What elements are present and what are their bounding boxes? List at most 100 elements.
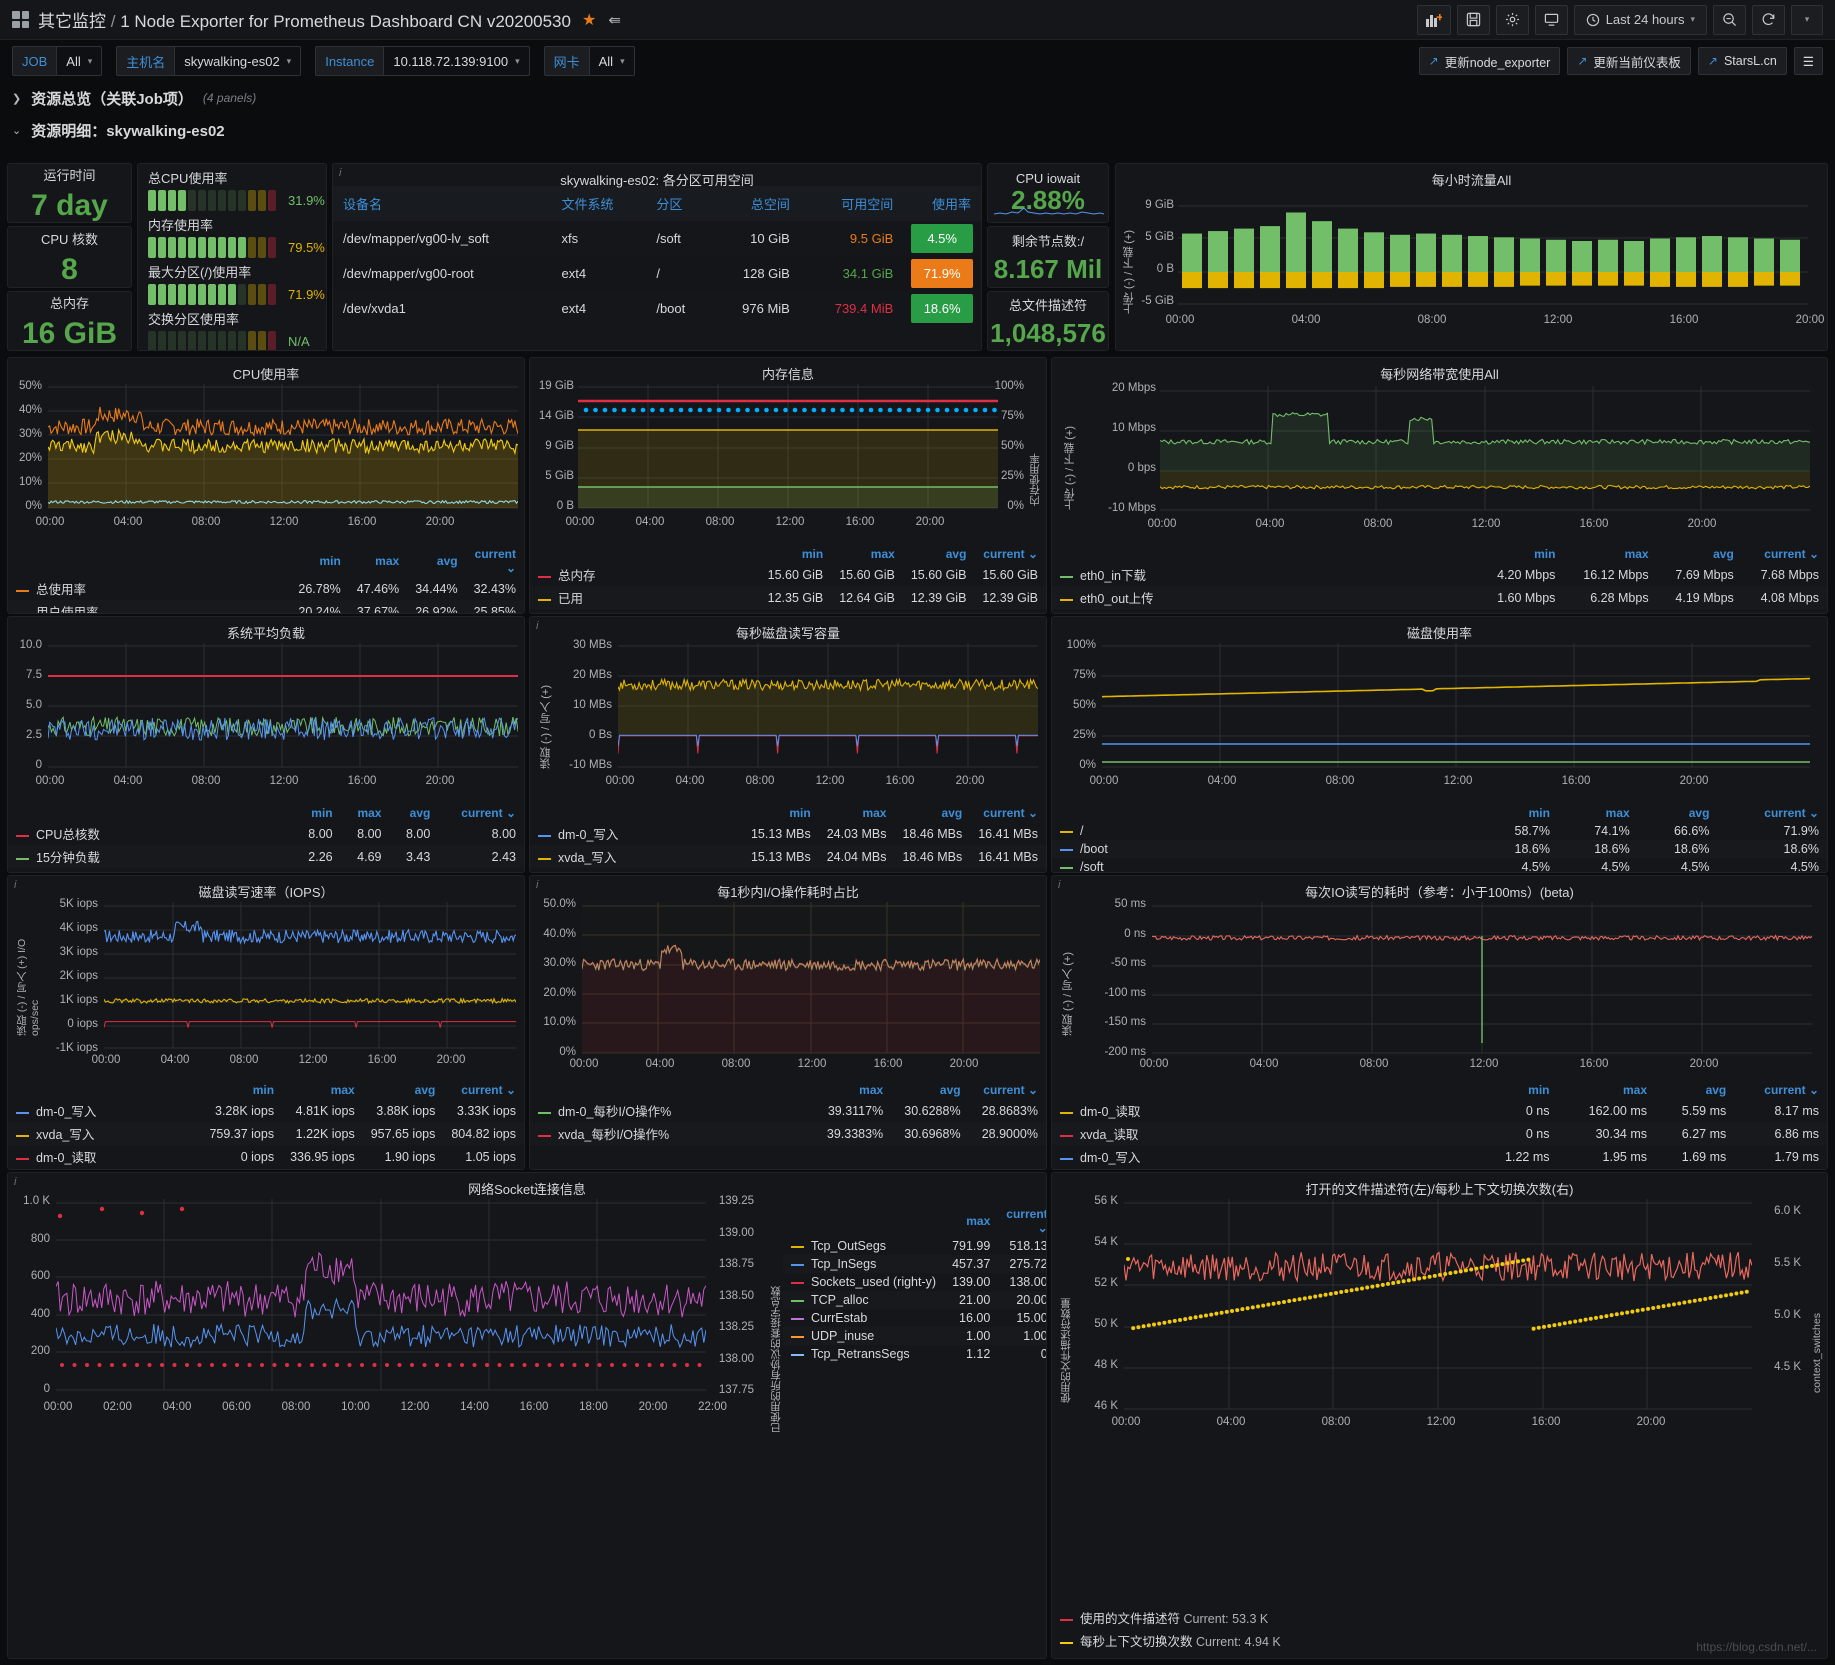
stat-panel-fds[interactable]: 总文件描述符 1,048,576 (987, 291, 1109, 351)
star-icon[interactable]: ★ (582, 10, 596, 30)
legend-row[interactable]: xvda_写入 759.37 iops 1.22K iops 957.65 iops 8… (8, 1122, 524, 1145)
legend-column-current[interactable]: current ⌄ (1717, 804, 1827, 822)
legend-row[interactable]: 5分钟负载---- (8, 868, 524, 872)
panel-info-icon[interactable]: i (536, 879, 538, 891)
legend-column-current[interactable]: current ⌄ (466, 545, 524, 577)
legend-row[interactable]: TCP_alloc 21.00 20.00 (783, 1291, 1046, 1309)
legend-column-avg[interactable]: avg (389, 804, 438, 822)
legend-row[interactable]: Tcp_RetransSegs 1.12 0 (783, 1345, 1046, 1363)
legend-column-current[interactable]: current ⌄ (438, 804, 524, 822)
legend-column-max[interactable]: max (1563, 545, 1656, 563)
stat-panel-inodes[interactable]: 剩余节点数:/ 8.167 Mil (987, 226, 1109, 288)
legend-row[interactable]: xvda_每秒I/O操作% 39.3383% 30.6968% 28.9000% (530, 1122, 1046, 1145)
legend-row[interactable]: dm-0_每秒I/O操作% 39.3117% 30.6288% 28.8683% (530, 1099, 1046, 1122)
stat-panel-iowait[interactable]: CPU iowait 2.88% (987, 163, 1109, 223)
legend-row[interactable]: Sockets_used (right-y) 139.00 138.00 (783, 1273, 1046, 1291)
legend-row[interactable]: eth0_in下载 4.20 Mbps 16.12 Mbps 7.69 Mbps 7.6… (1052, 563, 1827, 586)
row-header-detail[interactable]: ⌄ 资源明细：skywalking-es02 (0, 114, 1835, 146)
link-update-dashboard[interactable]: ↗ 更新当前仪表板 (1567, 47, 1691, 75)
legend-row[interactable]: dm-0_写入 3.28K iops 4.81K iops 3.88K iops 3.3… (8, 1099, 524, 1122)
table-column-header[interactable]: 文件系统 (551, 186, 647, 221)
panel-info-icon[interactable]: i (339, 167, 341, 179)
legend-row[interactable]: / 58.7% 74.1% 66.6% 71.9% (1052, 822, 1827, 840)
legend-column-min[interactable]: min (290, 545, 348, 577)
legend-row[interactable]: CurrEstab 16.00 15.00 (783, 1309, 1046, 1327)
variable-instance-value[interactable]: 10.118.72.139:9100 ▾ (383, 46, 530, 76)
table-column-header[interactable]: 设备名 (333, 186, 552, 221)
legend-column-max[interactable]: max (944, 1205, 998, 1237)
legend-row[interactable]: dm-0_写入 15.13 MBs 24.03 MBs 18.46 MBs 16.41 … (530, 822, 1046, 845)
legend-column-current[interactable]: current ⌄ (969, 1081, 1046, 1099)
table-column-header[interactable]: 可用空间 (799, 186, 904, 221)
legend-row[interactable]: 总使用率 26.78% 47.46% 34.44% 32.43% (8, 577, 524, 600)
add-panel-icon[interactable] (1416, 4, 1451, 35)
share-icon[interactable]: ⇚ (608, 11, 621, 29)
legend-column-avg[interactable]: avg (363, 1081, 444, 1099)
dashboards-grid-icon[interactable] (12, 11, 29, 28)
legend-column-current[interactable]: current ⌄ (970, 804, 1046, 822)
refresh-icon[interactable] (1752, 4, 1785, 35)
legend-column-avg[interactable]: avg (407, 545, 465, 577)
stat-panel-cores[interactable]: CPU 核数 8 (7, 226, 132, 288)
legend-column-avg[interactable]: avg (894, 804, 970, 822)
legend-column-min[interactable]: min (292, 804, 341, 822)
stat-panel-uptime[interactable]: 运行时间 7 day (7, 163, 132, 223)
tv-icon[interactable] (1534, 4, 1568, 35)
legend-column-avg[interactable]: avg (903, 545, 975, 563)
legend-row[interactable]: dm-0_读取 0 iops 336.95 iops 1.90 iops 1.05 io… (8, 1145, 524, 1168)
legend-column-current[interactable]: current ⌄ (998, 1205, 1046, 1237)
legend-column-avg[interactable]: avg (1657, 545, 1742, 563)
table-column-header[interactable]: 分区 (646, 186, 711, 221)
legend-row[interactable]: xvda_读取 0 ns 30.34 ms 6.27 ms 6.86 ms (1052, 1122, 1827, 1145)
legend-column-min[interactable]: min (1478, 804, 1558, 822)
table-column-header[interactable]: 总空间 (710, 186, 800, 221)
legend-row[interactable]: dm-0_写入 1.22 ms 1.95 ms 1.69 ms 1.79 ms (1052, 1145, 1827, 1168)
row-header-overview[interactable]: ❯ 资源总览（关联Job项） (4 panels) (0, 82, 1835, 114)
legend-row[interactable]: eth0_out上传 1.60 Mbps 6.28 Mbps 4.19 Mbps 4.0… (1052, 586, 1827, 609)
breadcrumb-folder[interactable]: 其它监控 (38, 12, 106, 31)
variable-hostname-value[interactable]: skywalking-es02 ▾ (174, 46, 302, 76)
legend-row[interactable]: UDP_inuse 1.00 1.00 (783, 1327, 1046, 1345)
variable-job-value[interactable]: All ▾ (56, 46, 103, 76)
legend-column-max[interactable]: max (282, 1081, 363, 1099)
legend-row[interactable]: /boot 18.6% 18.6% 18.6% 18.6% (1052, 840, 1827, 858)
legend-column-max[interactable]: max (349, 545, 407, 577)
gear-icon[interactable] (1495, 4, 1529, 35)
legend-row[interactable]: Tcp_OutSegs 791.99 518.13 (783, 1237, 1046, 1255)
legend-column-max[interactable]: max (341, 804, 390, 822)
legend-row[interactable]: dm-0_读取 0 ns 162.00 ms 5.59 ms 8.17 ms (1052, 1099, 1827, 1122)
legend-column-current[interactable]: current ⌄ (443, 1081, 524, 1099)
legend-column-avg[interactable]: avg (1655, 1081, 1734, 1099)
page-title[interactable]: 1 Node Exporter for Prometheus Dashboard… (120, 12, 571, 31)
legend-row[interactable]: 15分钟负载 2.26 4.69 3.43 2.43 (8, 845, 524, 868)
legend-row[interactable]: 已用 12.35 GiB 12.64 GiB 12.39 GiB 12.39 GiB (530, 586, 1046, 609)
legend-row[interactable]: xvda_写入 15.13 MBs 24.04 MBs 18.46 MBs 16.41 … (530, 845, 1046, 868)
legend-column-min[interactable]: min (743, 804, 819, 822)
panel-info-icon[interactable]: i (14, 879, 16, 891)
legend-row[interactable]: CPU总核数 8.00 8.00 8.00 8.00 (8, 822, 524, 845)
panel-info-icon[interactable]: i (1058, 879, 1060, 891)
legend-column-max[interactable]: max (814, 1081, 891, 1099)
refresh-interval-dropdown[interactable]: ▾ (1791, 4, 1823, 35)
legend-row[interactable]: 用户使用率 20.24% 37.67% 26.92% 25.85% (8, 600, 524, 613)
legend-column-avg[interactable]: avg (891, 1081, 968, 1099)
legend-row[interactable]: Tcp_InSegs 457.37 275.72 (783, 1255, 1046, 1273)
legend-row[interactable]: /soft 4.5% 4.5% 4.5% 4.5% (1052, 858, 1827, 872)
kiosk-menu-icon[interactable]: ☰ (1793, 47, 1823, 75)
link-starsl[interactable]: ↗ StarsL.cn (1697, 47, 1787, 75)
legend-column-min[interactable]: min (1478, 545, 1563, 563)
legend-row[interactable]: 总内存 15.60 GiB 15.60 GiB 15.60 GiB 15.60 GiB (530, 563, 1046, 586)
legend-row[interactable]: 使用的文件描述符 Current: 53.3 K (1052, 1606, 1827, 1629)
legend-column-current[interactable]: current ⌄ (1742, 545, 1827, 563)
legend-column-current[interactable]: current ⌄ (974, 545, 1046, 563)
legend-column-min[interactable]: min (760, 545, 832, 563)
legend-column-max[interactable]: max (1558, 804, 1638, 822)
stat-panel-memory[interactable]: 总内存 16 GiB (7, 291, 132, 351)
variable-nic-value[interactable]: All ▾ (588, 46, 635, 76)
legend-column-avg[interactable]: avg (1638, 804, 1718, 822)
legend-column-max[interactable]: max (819, 804, 895, 822)
legend-column-min[interactable]: min (1478, 1081, 1557, 1099)
legend-column-max[interactable]: max (1558, 1081, 1655, 1099)
legend-column-max[interactable]: max (831, 545, 903, 563)
time-range-picker[interactable]: Last 24 hours ▾ (1573, 4, 1707, 35)
